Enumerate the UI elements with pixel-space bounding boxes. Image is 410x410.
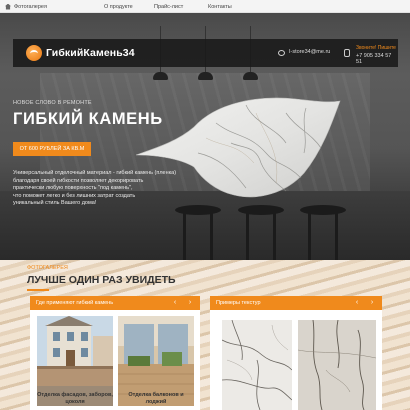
hero-banner: ГибкийКамень34 I-store34@me.ru Звоните! … <box>0 13 410 260</box>
nav-item-pricelist-label: Прайс-лист <box>154 3 184 10</box>
textures-next-arrow-icon[interactable]: › <box>368 299 376 307</box>
usage-card-title: Где применяют гибкий камень <box>36 300 114 306</box>
nav-item-about-label: О продукте <box>104 3 133 10</box>
nav-item-contacts-label: Контакты <box>208 3 232 10</box>
email-link[interactable]: I-store34@me.ru <box>289 49 330 55</box>
bar-stool <box>175 205 221 260</box>
textures-card-header: Примеры текстур ‹ › <box>210 296 382 310</box>
marble-texture-sample[interactable] <box>222 320 292 410</box>
nav-item-about[interactable]: О продукте <box>104 1 133 12</box>
home-icon <box>5 3 11 10</box>
hero-description-line: уникальный стиль Вашего дома! <box>13 200 97 207</box>
top-navigation: Фотогалерея О продукте Прайс-лист Контак… <box>0 0 410 13</box>
hero-description-line: практически любую поверхность "под камен… <box>13 185 133 192</box>
phone-icon <box>344 49 350 57</box>
hero-description-line: Универсальный отделочный материал - гибк… <box>13 170 177 176</box>
logo-mark-icon <box>26 45 42 61</box>
price-button[interactable]: ОТ 600 РУБЛЕЙ ЗА КВ.М <box>13 142 91 156</box>
usage-prev-arrow-icon[interactable]: ‹ <box>171 299 179 307</box>
hero-description: Универсальный отделочный материал - гибк… <box>13 170 183 208</box>
facade-caption: Отделка фасадов, заборов, цоколя <box>37 392 113 405</box>
gallery-title: ЛУЧШЕ ОДИН РАЗ УВИДЕТЬ <box>27 274 176 286</box>
hero-description-line: благодаря своей гибкости позволяет декор… <box>13 177 144 184</box>
site-logo[interactable]: ГибкийКамень34 <box>26 45 135 61</box>
usage-card: Где применяют гибкий камень ‹ › Отделка … <box>30 296 200 410</box>
email-icon <box>278 50 285 56</box>
nav-item-pricelist[interactable]: Прайс-лист <box>154 1 183 12</box>
nav-item-contacts[interactable]: Контакты <box>208 1 232 12</box>
bar-stool <box>300 205 346 260</box>
site-header: ГибкийКамень34 I-store34@me.ru Звоните! … <box>13 39 398 67</box>
phone-link[interactable]: +7 905 334 57 51 <box>356 53 398 65</box>
hero-kicker: НОВОЕ СЛОВО В РЕМОНТЕ <box>13 100 92 106</box>
textures-prev-arrow-icon[interactable]: ‹ <box>353 299 361 307</box>
gallery-section: ФОТОГАЛЕРЕЯ ЛУЧШЕ ОДИН РАЗ УВИДЕТЬ Где п… <box>0 260 410 410</box>
usage-next-arrow-icon[interactable]: › <box>186 299 194 307</box>
nav-item-gallery-label: Фотогалерея <box>14 3 47 10</box>
gallery-kicker: ФОТОГАЛЕРЕЯ <box>27 265 68 271</box>
logo-text: ГибкийКамень34 <box>46 47 135 59</box>
textures-card-title: Примеры текстур <box>216 300 261 306</box>
onyx-texture-sample[interactable] <box>298 320 376 410</box>
nav-item-gallery[interactable]: Фотогалерея <box>5 1 47 12</box>
bar-stool <box>238 205 284 260</box>
call-label: Звоните! Пишите <box>356 45 396 51</box>
usage-card-header: Где применяют гибкий камень ‹ › <box>30 296 200 310</box>
hero-title: ГИБКИЙ КАМЕНЬ <box>13 110 163 128</box>
facade-caption-line: Отделка фасадов, заборов, <box>37 392 113 398</box>
title-underline <box>27 289 49 291</box>
balcony-caption: Отделка балконов и лоджий <box>118 392 194 405</box>
facade-caption-line: цоколя <box>65 398 85 405</box>
textures-card: Примеры текстур ‹ › <box>210 296 382 410</box>
balcony-caption-line: Отделка балконов и лоджий <box>128 392 184 405</box>
